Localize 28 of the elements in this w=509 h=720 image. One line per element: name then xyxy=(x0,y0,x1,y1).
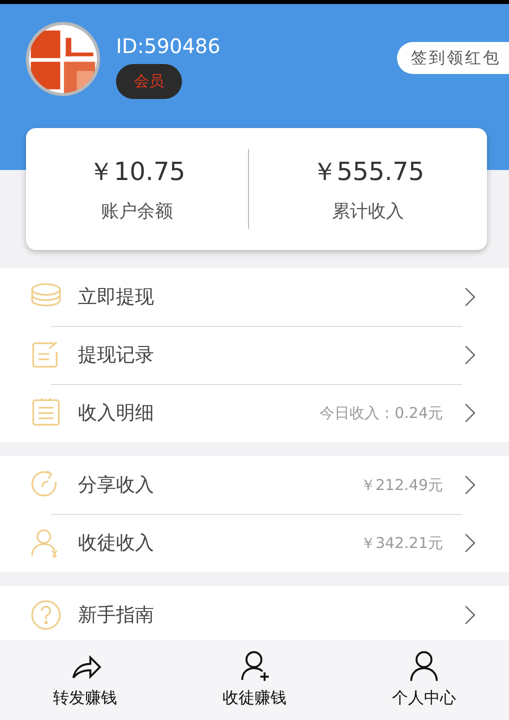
balance-amount: ￥555.75 xyxy=(312,156,424,188)
balance-amount: ￥10.75 xyxy=(88,156,186,188)
menu-item[interactable]: 收徒收入 ￥342.21元 xyxy=(0,514,509,572)
tab-label: 个人中心 xyxy=(392,687,456,709)
menu-value: ￥342.21元 xyxy=(360,532,443,554)
tab-label: 转发赚钱 xyxy=(52,687,117,709)
menu-label: 分享收入 xyxy=(78,472,154,498)
add-user-icon xyxy=(238,650,270,682)
user-id: ID:590486 xyxy=(116,36,220,56)
menu-item[interactable]: 分享收入 ￥212.49元 xyxy=(0,456,509,514)
checkin-button[interactable]: 签到领红包 xyxy=(397,42,509,74)
menu-item[interactable]: 收入明细 今日收入：0.24元 xyxy=(0,384,509,442)
help-icon xyxy=(30,599,62,631)
menu-item[interactable]: 提现记录 xyxy=(0,326,509,384)
menu-label: 新手指南 xyxy=(78,602,154,628)
tab-label: 收徒赚钱 xyxy=(222,687,286,709)
menu-label: 提现记录 xyxy=(78,342,154,368)
member-badge: 会员 xyxy=(116,64,182,98)
menu-value: 今日收入：0.24元 xyxy=(320,402,443,424)
balance-label: 账户余额 xyxy=(101,200,174,224)
menu-value: ￥212.49元 xyxy=(360,474,443,496)
menu-label: 收徒收入 xyxy=(78,530,154,556)
menu-item[interactable]: 新手指南 xyxy=(0,586,509,644)
menu-label: 立即提现 xyxy=(78,284,154,310)
balance-label: 累计收入 xyxy=(332,200,404,224)
user-icon xyxy=(408,650,440,682)
menu-item[interactable]: 立即提现 xyxy=(0,268,509,326)
menu-label: 收入明细 xyxy=(78,400,154,426)
